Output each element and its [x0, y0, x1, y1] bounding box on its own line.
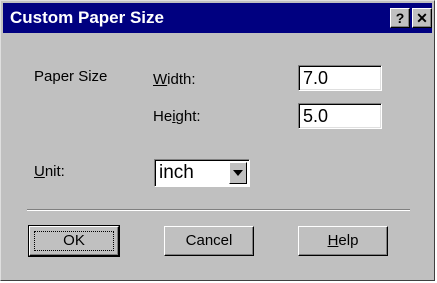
custom-paper-size-dialog: Custom Paper Size ? ✕ Paper Size Width: …	[0, 0, 435, 281]
ok-button[interactable]: OK	[28, 225, 120, 257]
height-field[interactable]: 5.0	[298, 103, 382, 129]
unit-dropdown[interactable]: inch	[154, 159, 250, 187]
cancel-button-label: Cancel	[185, 232, 233, 249]
question-mark-icon: ?	[395, 10, 405, 26]
help-title-button[interactable]: ?	[390, 8, 410, 28]
help-button-label: Help	[327, 232, 359, 249]
unit-selected-value: inch	[159, 162, 194, 183]
close-title-button[interactable]: ✕	[412, 8, 432, 28]
separator	[27, 209, 410, 211]
width-field[interactable]: 7.0	[298, 65, 382, 91]
paper-size-label: Paper Size	[34, 68, 108, 85]
height-label: Height:	[153, 108, 201, 125]
unit-label: Unit:	[34, 163, 65, 180]
dropdown-arrow-icon[interactable]	[229, 162, 247, 184]
title-bar[interactable]: Custom Paper Size ? ✕	[3, 3, 432, 33]
help-button[interactable]: Help	[298, 226, 388, 256]
width-label: Width:	[153, 71, 196, 88]
close-icon: ✕	[416, 10, 428, 26]
focus-rectangle	[34, 231, 114, 251]
cancel-button[interactable]: Cancel	[164, 226, 254, 256]
dialog-title: Custom Paper Size	[10, 8, 164, 27]
